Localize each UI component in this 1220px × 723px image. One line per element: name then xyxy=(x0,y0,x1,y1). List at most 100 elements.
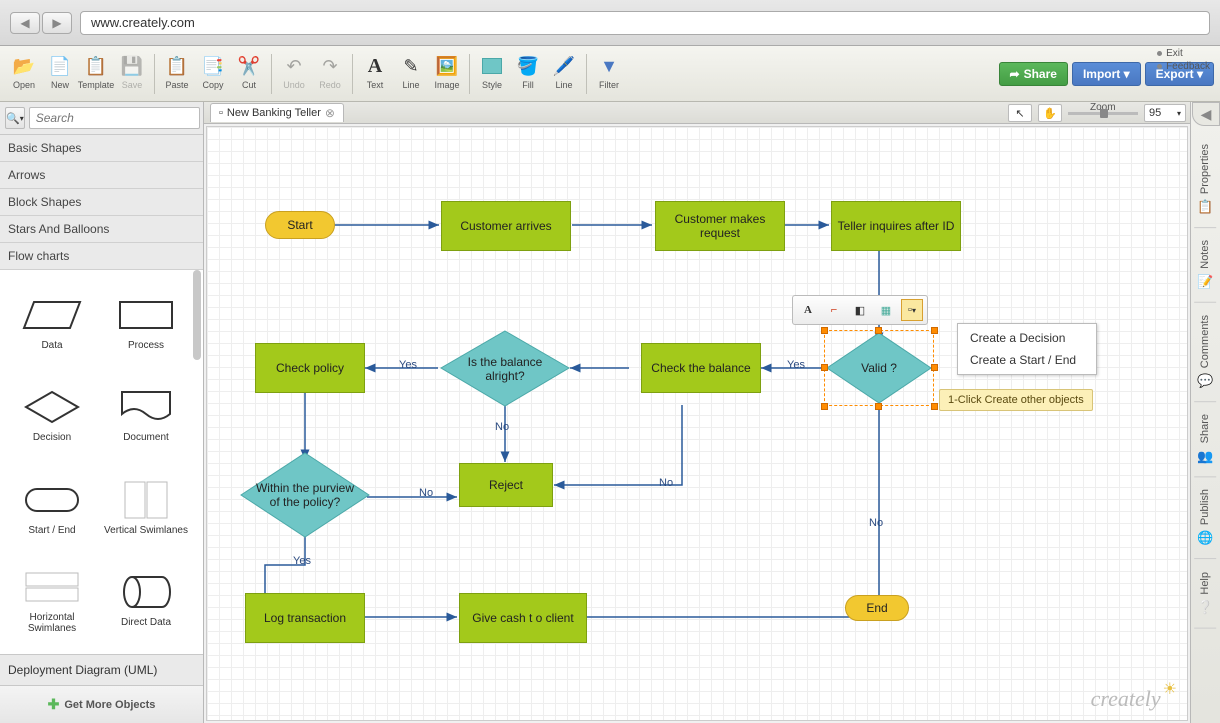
browser-forward-button[interactable]: ▶ xyxy=(42,12,72,34)
expand-panels-button[interactable]: ◀ xyxy=(1192,102,1220,126)
shape-data[interactable]: Data xyxy=(6,278,98,368)
document-tab-bar: ▫ New Banking Teller ⊗ ↖ ✋ Zoom 95▾ xyxy=(204,102,1190,124)
tab-close-button[interactable]: ⊗ xyxy=(325,106,335,120)
share-button[interactable]: ➦Share xyxy=(999,62,1068,86)
edge-label-no: No xyxy=(659,477,673,489)
shape-horizontal-swimlanes[interactable]: Horizontal Swimlanes xyxy=(6,556,98,646)
document-tab-title: New Banking Teller xyxy=(227,107,321,119)
notes-icon: 📝 xyxy=(1197,274,1213,290)
flowchart-log-transaction[interactable]: Log transaction xyxy=(245,593,365,643)
exit-link[interactable]: Exit xyxy=(1157,48,1210,59)
category-block-shapes[interactable]: Block Shapes xyxy=(0,189,203,216)
flowchart-check-policy[interactable]: Check policy xyxy=(255,343,365,393)
flowchart-give-cash[interactable]: Give cash t o client xyxy=(459,593,587,643)
category-arrows[interactable]: Arrows xyxy=(0,162,203,189)
fill-button[interactable]: 🪣Fill xyxy=(510,46,546,98)
document-icon: ▫ xyxy=(219,107,223,119)
image-tool-button[interactable]: 🖼️Image xyxy=(429,46,465,98)
comments-icon: 💬 xyxy=(1197,373,1213,389)
template-button[interactable]: 📋Template xyxy=(78,46,114,98)
pointer-tool[interactable]: ↖ xyxy=(1008,104,1032,122)
document-tab[interactable]: ▫ New Banking Teller ⊗ xyxy=(210,103,344,122)
shape-document[interactable]: Document xyxy=(100,371,192,461)
new-button[interactable]: 📄New xyxy=(42,46,78,98)
panel-publish[interactable]: 🌐Publish xyxy=(1194,477,1216,559)
shape-process[interactable]: Process xyxy=(100,278,192,368)
shapes-scrollbar[interactable] xyxy=(193,270,201,360)
cut-icon: ✂️ xyxy=(237,54,261,78)
top-links: Exit Feedback xyxy=(1157,48,1210,74)
menu-create-decision[interactable]: Create a Decision xyxy=(958,327,1096,349)
get-more-objects-button[interactable]: ✚Get More Objects xyxy=(0,685,203,723)
edge-label-no: No xyxy=(419,487,433,499)
flowchart-teller-inquires[interactable]: Teller inquires after ID xyxy=(831,201,961,251)
category-flow-charts[interactable]: Flow charts xyxy=(0,243,203,270)
hand-icon: ✋ xyxy=(1043,107,1057,120)
create-object-button[interactable]: ▫▾ xyxy=(901,299,923,321)
connector-button[interactable]: ⌐ xyxy=(823,299,845,321)
publish-icon: 🌐 xyxy=(1197,531,1213,547)
flowchart-balance-alright[interactable]: Is the balance alright? xyxy=(441,331,569,406)
text-tool-button[interactable]: AText xyxy=(357,46,393,98)
category-basic-shapes[interactable]: Basic Shapes xyxy=(0,135,203,162)
search-input[interactable] xyxy=(29,107,200,129)
creately-logo: creately xyxy=(1091,686,1175,712)
panel-help[interactable]: ❔Help xyxy=(1194,560,1216,629)
text-icon: A xyxy=(363,54,387,78)
pointer-icon: ↖ xyxy=(1015,107,1024,120)
shape-direct-data[interactable]: Direct Data xyxy=(100,556,192,646)
menu-create-start-end[interactable]: Create a Start / End xyxy=(958,349,1096,371)
edge-label-yes: Yes xyxy=(293,555,311,567)
panel-properties[interactable]: 📋Properties xyxy=(1194,132,1216,228)
category-stars-balloons[interactable]: Stars And Balloons xyxy=(0,216,203,243)
search-options-button[interactable]: 🔍▾ xyxy=(5,107,25,129)
sidebar-footer-item[interactable]: Deployment Diagram (UML) xyxy=(0,654,203,685)
save-button[interactable]: 💾Save xyxy=(114,46,150,98)
filter-button[interactable]: ▼Filter xyxy=(591,46,627,98)
style-button[interactable]: Style xyxy=(474,46,510,98)
flowchart-within-policy[interactable]: Within the purview of the policy? xyxy=(241,453,369,537)
redo-button[interactable]: ↷Redo xyxy=(312,46,348,98)
diagram-canvas[interactable]: Start Customer arrives Customer makes re… xyxy=(206,126,1188,721)
flowchart-check-balance[interactable]: Check the balance xyxy=(641,343,761,393)
zoom-value-input[interactable]: 95▾ xyxy=(1144,104,1186,122)
undo-button[interactable]: ↶Undo xyxy=(276,46,312,98)
copy-button[interactable]: 📑Copy xyxy=(195,46,231,98)
flowchart-reject[interactable]: Reject xyxy=(459,463,553,507)
import-button[interactable]: Import ▾ xyxy=(1072,62,1141,86)
arrange-button[interactable]: ◧ xyxy=(849,299,871,321)
flowchart-end[interactable]: End xyxy=(845,595,909,621)
zoom-slider[interactable] xyxy=(1068,112,1138,115)
browser-back-button[interactable]: ◀ xyxy=(10,12,40,34)
panel-notes[interactable]: 📝Notes xyxy=(1194,228,1216,303)
open-button[interactable]: 📂Open xyxy=(6,46,42,98)
line-style-button[interactable]: 🖊️Line xyxy=(546,46,582,98)
paste-button[interactable]: 📋Paste xyxy=(159,46,195,98)
undo-icon: ↶ xyxy=(282,54,306,78)
shape-start-end[interactable]: Start / End xyxy=(6,463,98,553)
paste-icon: 📋 xyxy=(165,54,189,78)
cut-button[interactable]: ✂️Cut xyxy=(231,46,267,98)
shape-decision[interactable]: Decision xyxy=(6,371,98,461)
hand-tool[interactable]: ✋ xyxy=(1038,104,1062,122)
save-icon: 💾 xyxy=(120,54,144,78)
flowchart-customer-request[interactable]: Customer makes request xyxy=(655,201,785,251)
panel-comments[interactable]: 💬Comments xyxy=(1194,303,1216,402)
text-format-button[interactable]: A xyxy=(797,299,819,321)
browser-url-input[interactable]: www.creately.com xyxy=(80,11,1210,35)
line-tool-button[interactable]: ✎Line xyxy=(393,46,429,98)
share-panel-icon: 👥 xyxy=(1197,448,1213,464)
edge-label-no: No xyxy=(495,421,509,433)
flowchart-start[interactable]: Start xyxy=(265,211,335,239)
feedback-link[interactable]: Feedback xyxy=(1157,61,1210,72)
canvas-area: ▫ New Banking Teller ⊗ ↖ ✋ Zoom 95▾ xyxy=(204,102,1190,723)
flowchart-customer-arrives[interactable]: Customer arrives xyxy=(441,201,571,251)
panel-share[interactable]: 👥Share xyxy=(1194,402,1216,477)
shape-vertical-swimlanes[interactable]: Vertical Swimlanes xyxy=(100,463,192,553)
folder-icon: 📂 xyxy=(12,54,36,78)
context-menu: Create a Decision Create a Start / End xyxy=(957,323,1097,375)
grid-button[interactable]: ▦ xyxy=(875,299,897,321)
properties-icon: 📋 xyxy=(1197,199,1213,215)
flowchart-valid[interactable]: Valid ? xyxy=(827,333,931,403)
filter-icon: ▼ xyxy=(597,54,621,78)
